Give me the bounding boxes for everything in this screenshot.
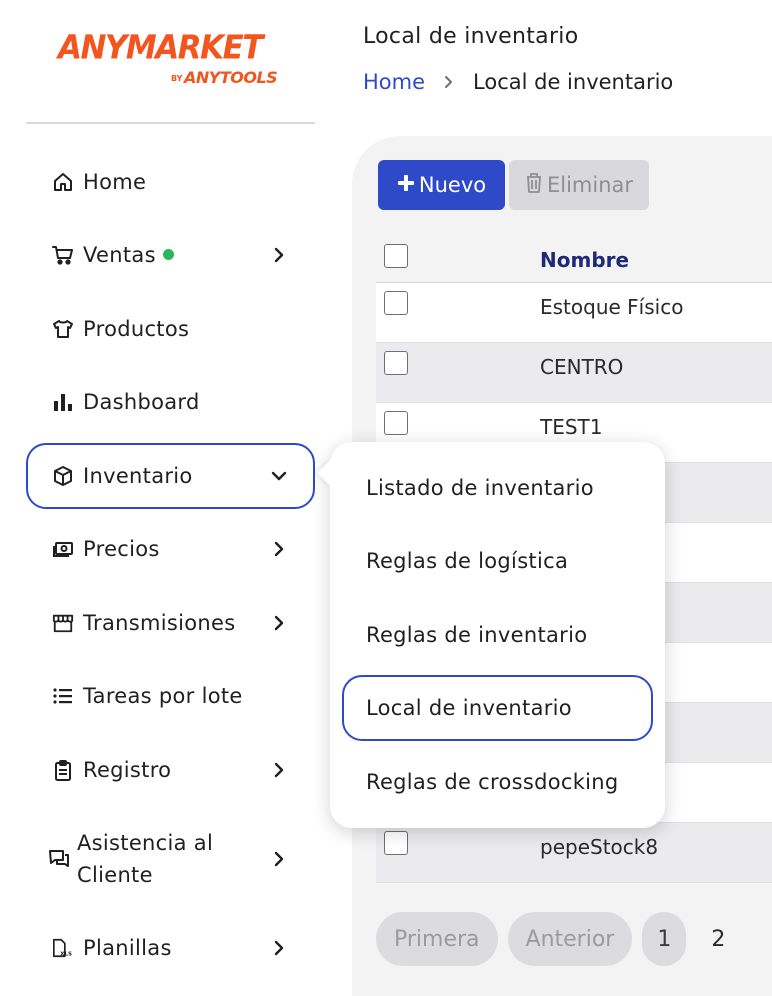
row-checkbox[interactable] bbox=[384, 291, 408, 315]
page-1-button[interactable]: 1 bbox=[642, 912, 687, 966]
sidebar-item-dashboard[interactable]: Dashboard bbox=[26, 371, 315, 433]
svg-text:XLS: XLS bbox=[60, 951, 72, 957]
delete-button-label: Eliminar bbox=[546, 173, 634, 197]
sidebar-item-precios[interactable]: Precios bbox=[26, 518, 315, 580]
cart-icon bbox=[52, 244, 74, 266]
brand-name: ANYMARKET bbox=[58, 29, 263, 67]
sidebar-item-ventas[interactable]: Ventas bbox=[26, 224, 315, 286]
sidebar-item-label: Transmisiones bbox=[83, 611, 236, 635]
submenu-item-listado[interactable]: Listado de inventario bbox=[342, 455, 653, 521]
shirt-icon bbox=[52, 318, 74, 340]
submenu-item-crossdocking[interactable]: Reglas de crossdocking bbox=[342, 749, 653, 815]
pagination: Primera Anterior 1 2 bbox=[376, 912, 740, 966]
sidebar-item-label: Tareas por lote bbox=[83, 684, 243, 708]
sidebar-item-label: Registro bbox=[83, 758, 172, 782]
chevron-right-icon bbox=[271, 940, 287, 956]
submenu-item-local-inventario[interactable]: Local de inventario bbox=[342, 675, 653, 741]
breadcrumb-current: Local de inventario bbox=[473, 70, 674, 94]
page-2-button[interactable]: 2 bbox=[696, 912, 740, 966]
prev-page-button[interactable]: Anterior bbox=[507, 912, 633, 966]
inventario-submenu: Listado de inventario Reglas de logístic… bbox=[317, 442, 665, 828]
cell-name: CENTRO bbox=[540, 355, 624, 379]
chevron-right-icon bbox=[271, 247, 287, 263]
cell-name: Estoque Físico bbox=[540, 295, 684, 319]
plus-icon bbox=[397, 173, 415, 197]
table-header-row: Nombre bbox=[376, 236, 772, 283]
submenu-item-reglas-logistica[interactable]: Reglas de logística bbox=[342, 528, 653, 594]
sidebar-item-label: Dashboard bbox=[83, 390, 200, 414]
bar-chart-icon bbox=[52, 391, 74, 413]
sidebar-divider bbox=[26, 122, 315, 124]
store-icon bbox=[52, 612, 74, 634]
cell-name: pepeStock8 bbox=[540, 835, 659, 859]
sidebar: ANYMARKET BY ANYTOOLS Home Ventas Produc… bbox=[0, 0, 340, 996]
sidebar-item-label: Precios bbox=[83, 537, 160, 561]
money-icon bbox=[52, 538, 74, 560]
status-dot bbox=[162, 248, 174, 260]
table-row[interactable]: pepeStock8 bbox=[376, 823, 772, 883]
brand-by: BY bbox=[171, 74, 183, 83]
sidebar-item-label: Planillas bbox=[83, 936, 172, 960]
brand-sub: ANYTOOLS bbox=[184, 68, 278, 87]
trash-icon bbox=[525, 172, 543, 199]
page-title: Local de inventario bbox=[363, 24, 579, 49]
chevron-right-icon bbox=[443, 74, 455, 90]
breadcrumb-home[interactable]: Home bbox=[363, 70, 425, 94]
first-page-button[interactable]: Primera bbox=[376, 912, 498, 966]
home-icon bbox=[52, 171, 74, 193]
delete-button[interactable]: Eliminar bbox=[509, 160, 649, 210]
sidebar-item-label: Productos bbox=[83, 317, 190, 341]
sidebar-item-asistencia[interactable]: Asistencia al Cliente bbox=[26, 826, 315, 892]
sidebar-item-planillas[interactable]: XLS Planillas bbox=[26, 917, 315, 979]
table-row[interactable]: CENTRO bbox=[376, 343, 772, 403]
sidebar-item-tareas-por-lote[interactable]: Tareas por lote bbox=[26, 665, 315, 727]
xls-icon: XLS bbox=[52, 937, 74, 959]
list-icon bbox=[52, 685, 74, 707]
sidebar-item-productos[interactable]: Productos bbox=[26, 298, 315, 360]
row-checkbox[interactable] bbox=[384, 351, 408, 375]
sidebar-item-label: Home bbox=[83, 170, 147, 194]
chevron-right-icon bbox=[271, 762, 287, 778]
brand-logo[interactable]: ANYMARKET BY ANYTOOLS bbox=[58, 29, 288, 92]
chat-icon bbox=[48, 848, 70, 870]
chevron-down-icon bbox=[271, 468, 287, 484]
box-icon bbox=[52, 465, 74, 487]
cell-name: TEST1 bbox=[540, 415, 603, 439]
chevron-right-icon bbox=[271, 851, 287, 867]
chevron-right-icon bbox=[271, 541, 287, 557]
clipboard-icon bbox=[52, 759, 74, 781]
new-button[interactable]: Nuevo bbox=[378, 160, 505, 210]
new-button-label: Nuevo bbox=[418, 173, 487, 197]
sidebar-item-label: Inventario bbox=[83, 464, 193, 488]
column-header-name[interactable]: Nombre bbox=[540, 248, 629, 272]
sidebar-item-label: Asistencia al Cliente bbox=[77, 831, 214, 887]
chevron-right-icon bbox=[271, 615, 287, 631]
table-row[interactable]: Estoque Físico bbox=[376, 283, 772, 343]
sidebar-item-label: Ventas bbox=[83, 243, 174, 267]
select-all-checkbox[interactable] bbox=[384, 244, 408, 268]
sidebar-item-inventario[interactable]: Inventario bbox=[26, 443, 315, 509]
breadcrumb: Home Local de inventario bbox=[363, 70, 673, 94]
submenu-item-reglas-inventario[interactable]: Reglas de inventario bbox=[342, 602, 653, 668]
row-checkbox[interactable] bbox=[384, 411, 408, 435]
sidebar-item-registro[interactable]: Registro bbox=[26, 739, 315, 801]
row-checkbox[interactable] bbox=[384, 831, 408, 855]
sidebar-item-transmisiones[interactable]: Transmisiones bbox=[26, 592, 315, 654]
sidebar-item-home[interactable]: Home bbox=[26, 151, 315, 213]
